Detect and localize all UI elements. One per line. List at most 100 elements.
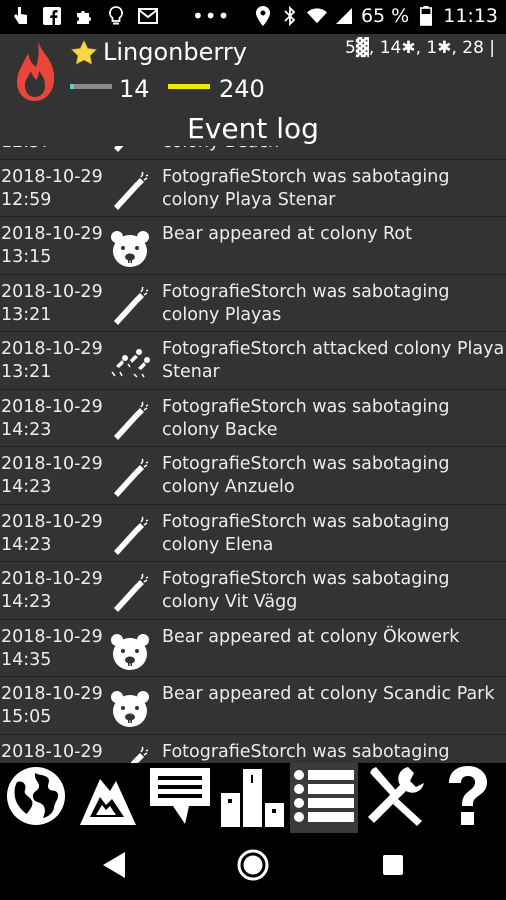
sabotage-icon xyxy=(108,572,152,616)
sabotage-icon xyxy=(108,457,152,501)
event-time: 13:21 xyxy=(1,362,52,382)
home-button[interactable] xyxy=(233,847,273,887)
event-date: 2018-10-29 xyxy=(1,511,103,532)
event-log-list[interactable]: 2018-10-2912:57FotografieStorch was sabo… xyxy=(0,146,506,763)
grey-stat-bar-fill xyxy=(70,84,74,89)
event-message: FotografieStorch attacked colony Playa S… xyxy=(162,339,505,382)
status-bar: ••• 65 % 11:13 xyxy=(0,0,506,34)
ranking-icon xyxy=(219,765,285,831)
event-time: 15:05 xyxy=(1,707,52,727)
help-button[interactable] xyxy=(434,763,502,833)
event-message: FotografieStorch was sabotaging xyxy=(162,741,450,762)
event-date: 2018-10-29 xyxy=(1,626,103,647)
event-row[interactable]: 2018-10-29 14:35 Bear appeared at colony Ö… xyxy=(0,620,506,677)
location-icon xyxy=(253,6,273,26)
event-time: 14:35 xyxy=(1,649,52,670)
gmail-icon xyxy=(138,6,158,26)
event-datetime: 2018-10-29 13:15 xyxy=(1,223,103,269)
event-message: FotografieStorch was sabotaging colony A… xyxy=(162,454,450,497)
help-icon xyxy=(443,765,493,831)
back-button[interactable] xyxy=(94,847,134,887)
grey-stat-bar xyxy=(70,84,112,89)
event-time: 12:57 xyxy=(1,146,103,154)
resource-counters: 5▓, 14✱, 1✱, 28 | xyxy=(345,38,496,58)
ranking-button[interactable] xyxy=(218,763,286,833)
recents-button[interactable] xyxy=(373,847,413,887)
event-datetime: 2018-10-29 14:23 xyxy=(1,453,103,499)
flame-icon xyxy=(14,39,58,107)
event-datetime: 2018-10-29 15:05 xyxy=(1,683,103,729)
event-row[interactable]: 2018-10-29 13:21 FotografieStorch attacked… xyxy=(0,332,506,390)
event-time: 13:15 xyxy=(1,247,52,267)
event-row[interactable]: 2018-10-2912:57 FotografieStorch was sabo… xyxy=(0,146,506,160)
colony-map-button[interactable] xyxy=(74,763,142,833)
wifi-icon xyxy=(306,6,327,26)
bear-icon xyxy=(108,687,152,731)
star-icon xyxy=(70,39,98,71)
event-date: 2018-10-29 xyxy=(1,741,103,762)
event-datetime: 2018-10-29 xyxy=(1,741,103,764)
tools-button[interactable] xyxy=(362,763,430,833)
event-row[interactable]: 2018-10-29 15:05 Bear appeared at colony S… xyxy=(0,677,506,735)
sabotage-icon xyxy=(108,285,152,329)
event-message: FotografieStorch was sabotaging colony E… xyxy=(162,511,450,555)
player-name: Lingonberry xyxy=(103,38,247,66)
event-log-icon xyxy=(292,765,356,831)
event-message: FotografieStorch was sabotaging colony B… xyxy=(162,396,450,440)
sabotage-icon xyxy=(108,400,152,444)
event-row[interactable]: 2018-10-29 13:21 FotografieStorch was sabo… xyxy=(0,275,506,332)
clock: 11:13 xyxy=(443,5,498,27)
signal-icon xyxy=(334,6,354,26)
system-nav-bar xyxy=(0,833,506,900)
event-row[interactable]: 2018-10-29 14:23 FotografieStorch was sabo… xyxy=(0,505,506,562)
sabotage-icon xyxy=(108,745,152,763)
event-message: Bear appeared at colony Ökowerk xyxy=(162,626,460,647)
event-row[interactable]: 2018-10-29 12:59 FotografieStorch was sabo… xyxy=(0,160,506,217)
event-time: 12:59 xyxy=(1,189,52,210)
event-time: 14:23 xyxy=(1,534,52,555)
bluetooth-icon xyxy=(280,6,300,26)
event-message: FotografieStorch was sabotaging colony B… xyxy=(162,146,506,154)
event-date: 2018-10-29 xyxy=(1,684,103,704)
bear-icon xyxy=(108,630,152,674)
event-message: Bear appeared at colony Rot xyxy=(162,224,412,244)
battery-percent: 65 % xyxy=(360,5,410,27)
event-datetime: 2018-10-2912:57 xyxy=(1,146,103,154)
event-row[interactable]: 2018-10-29 13:15 Bear appeared at colony R… xyxy=(0,217,506,275)
lightbulb-icon xyxy=(106,6,126,26)
messages-button[interactable] xyxy=(146,763,214,833)
globe-button[interactable] xyxy=(2,763,70,833)
event-datetime: 2018-10-29 14:23 xyxy=(1,396,103,442)
back-icon xyxy=(100,850,128,884)
yellow-stat-bar xyxy=(168,84,210,89)
event-datetime: 2018-10-29 14:23 xyxy=(1,568,103,614)
sabotage-icon xyxy=(108,515,152,559)
messages-icon xyxy=(147,765,213,831)
event-message: FotografieStorch was sabotaging colony P… xyxy=(162,166,450,210)
battery-icon xyxy=(416,6,436,26)
event-message: FotografieStorch was sabotaging colony P… xyxy=(162,281,450,325)
event-row[interactable]: 2018-10-29 14:23 FotografieStorch was sabo… xyxy=(0,390,506,447)
attack-icon xyxy=(108,342,152,386)
event-message: Bear appeared at colony Scandic Park xyxy=(162,684,495,704)
bear-icon xyxy=(108,227,152,271)
facebook-icon xyxy=(42,6,62,26)
event-datetime: 2018-10-29 12:59 xyxy=(1,166,103,212)
sabotage-icon xyxy=(108,170,152,214)
event-time: 14:23 xyxy=(1,477,52,497)
event-date: 2018-10-29 xyxy=(1,166,103,187)
recents-icon xyxy=(381,853,405,881)
event-date: 2018-10-29 xyxy=(1,569,103,589)
colony-map-icon xyxy=(76,765,140,831)
event-row[interactable]: 2018-10-29 FotografieStorch was sabotagin… xyxy=(0,735,506,764)
home-icon xyxy=(236,848,270,886)
event-row[interactable]: 2018-10-29 14:23 FotografieStorch was sabo… xyxy=(0,447,506,505)
event-datetime: 2018-10-29 13:21 xyxy=(1,338,103,384)
tools-icon xyxy=(364,765,428,831)
page-title: Event log xyxy=(187,112,319,145)
event-row[interactable]: 2018-10-29 14:23 FotografieStorch was sabo… xyxy=(0,562,506,620)
bottom-toolbar xyxy=(0,763,506,833)
event-log-button[interactable] xyxy=(290,763,358,833)
event-datetime: 2018-10-29 14:23 xyxy=(1,511,103,557)
header: Lingonberry 14 240 5▓, 14✱, 1✱, 28 | Eve… xyxy=(0,34,506,146)
